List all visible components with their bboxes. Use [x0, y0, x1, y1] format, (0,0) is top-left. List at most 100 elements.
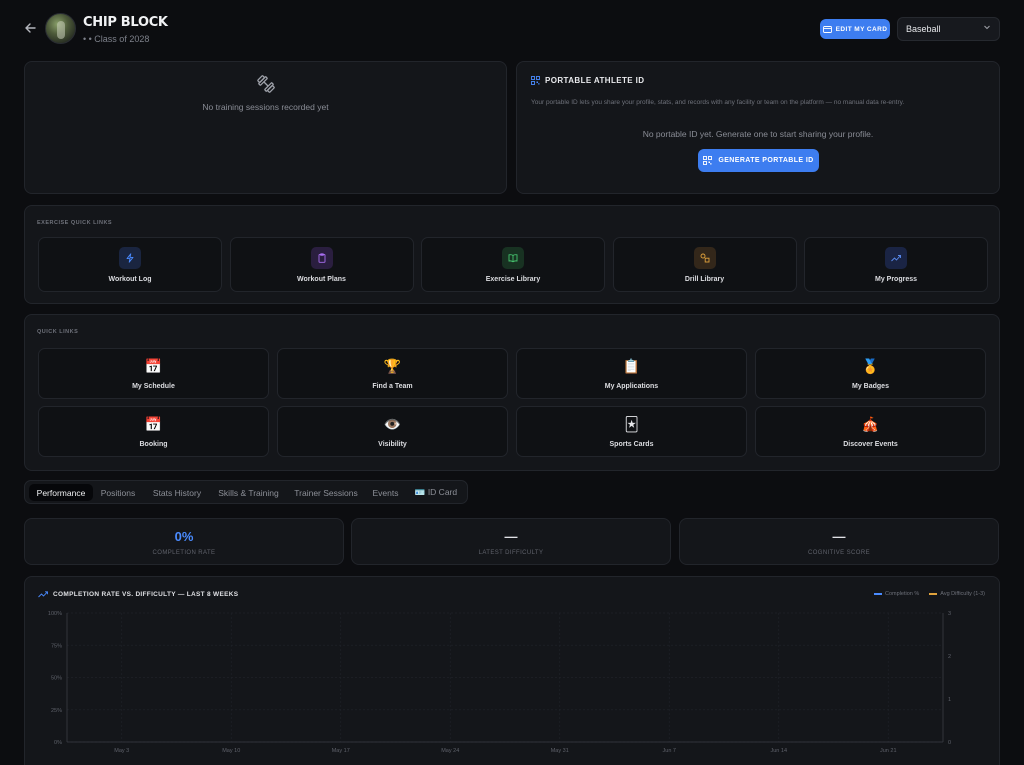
- y-left-tick-label: 100%: [48, 611, 62, 617]
- y-left-tick-label: 75%: [51, 643, 62, 649]
- generate-portable-id-button[interactable]: GENERATE PORTABLE ID: [698, 149, 819, 172]
- exercise-link-label: Exercise Library: [485, 276, 541, 283]
- y-right-tick-label: 2: [948, 654, 951, 660]
- clipboard-icon: 📋: [622, 358, 641, 374]
- calendar-icon: 📅: [144, 358, 163, 374]
- quick-link-visibility[interactable]: 👁️ Visibility: [277, 406, 508, 457]
- stat-label: COGNITIVE SCORE: [807, 550, 870, 556]
- clipboard-icon: [310, 247, 333, 269]
- portable-id-title-text: PORTABLE ATHLETE ID: [545, 76, 645, 85]
- stat-value: 0%: [174, 529, 194, 544]
- x-tick-label: Jun 14: [770, 748, 787, 754]
- exercise-link-exercise-library[interactable]: Exercise Library: [421, 237, 605, 292]
- x-tick-label: May 3: [114, 748, 129, 754]
- qr-icon: [531, 76, 540, 85]
- exercise-link-label: Drill Library: [684, 276, 725, 283]
- training-sessions-panel: No training sessions recorded yet: [24, 61, 507, 194]
- exercise-link-drill-library[interactable]: Drill Library: [612, 237, 797, 292]
- tab-positions[interactable]: Positions: [95, 484, 141, 501]
- profile-tabs: Performance Positions Stats History Skills …: [24, 480, 468, 504]
- quick-link-find-a-team[interactable]: 🏆 Find a Team: [277, 348, 508, 399]
- quick-link-label: My Badges: [852, 383, 889, 390]
- x-tick-label: May 24: [441, 748, 459, 754]
- quick-link-my-schedule[interactable]: 📅 My Schedule: [38, 348, 269, 399]
- generate-portable-id-label: GENERATE PORTABLE ID: [718, 157, 814, 164]
- trophy-icon: 🏆: [383, 358, 402, 374]
- quick-link-booking[interactable]: 📅 Booking: [38, 406, 269, 457]
- back-arrow-icon[interactable]: [24, 21, 38, 37]
- portable-id-empty-text: No portable ID yet. Generate one to star…: [642, 129, 874, 139]
- y-right-tick-label: 1: [948, 697, 951, 703]
- quick-link-label: Booking: [139, 441, 168, 448]
- quick-link-my-applications[interactable]: 📋 My Applications: [516, 348, 747, 399]
- athlete-class: • • Class of 2028: [83, 34, 150, 44]
- medal-icon: 🏅: [861, 358, 880, 374]
- stat-card-cognitive-score: — COGNITIVE SCORE: [679, 518, 999, 565]
- tab-id-card[interactable]: 🪪 ID Card: [410, 484, 462, 501]
- edit-my-card-button[interactable]: EDIT MY CARD: [820, 19, 890, 39]
- edit-my-card-label: EDIT MY CARD: [835, 25, 888, 33]
- tent-icon: 🎪: [861, 416, 880, 432]
- completion-difficulty-chart: COMPLETION RATE VS. DIFFICULTY — LAST 8 …: [24, 576, 1000, 765]
- y-right-tick-label: 0: [948, 740, 951, 746]
- profile-header: CHIP BLOCK • • Class of 2028 EDIT MY CAR…: [24, 12, 1000, 48]
- stat-value: —: [832, 529, 846, 544]
- tab-performance[interactable]: Performance: [29, 484, 93, 501]
- y-left-tick-label: 25%: [51, 708, 62, 714]
- sport-select[interactable]: Baseball: [897, 17, 1000, 41]
- quick-link-my-badges[interactable]: 🏅 My Badges: [755, 348, 986, 399]
- calendar-icon: 📅: [144, 416, 163, 432]
- exercise-link-workout-log[interactable]: Workout Log: [38, 237, 222, 292]
- quick-link-label: Find a Team: [372, 383, 413, 390]
- quick-link-discover-events[interactable]: 🎪 Discover Events: [755, 406, 986, 457]
- trend-icon: [885, 247, 907, 269]
- y-left-tick-label: 50%: [51, 676, 62, 682]
- y-right-tick-label: 3: [948, 611, 951, 617]
- quick-link-label: Visibility: [378, 441, 407, 448]
- quick-link-label: My Applications: [604, 383, 659, 390]
- exercise-link-my-progress[interactable]: My Progress: [804, 237, 988, 292]
- y-left-tick-label: 0%: [54, 740, 62, 746]
- portable-id-panel: PORTABLE ATHLETE ID Your portable ID let…: [516, 61, 1000, 194]
- x-tick-label: May 31: [551, 748, 569, 754]
- stat-label: LATEST DIFFICULTY: [478, 550, 544, 556]
- eye-icon: 👁️: [383, 416, 402, 432]
- stat-card-latest-difficulty: — LATEST DIFFICULTY: [351, 518, 671, 565]
- quick-link-sports-cards[interactable]: 🃏 Sports Cards: [516, 406, 747, 457]
- card-icon: [822, 25, 832, 33]
- exercise-link-workout-plans[interactable]: Workout Plans: [229, 237, 414, 292]
- quick-links-label: QUICK LINKS: [37, 329, 79, 335]
- dumbbell-icon: [256, 74, 276, 94]
- stat-label: COMPLETION RATE: [152, 550, 216, 556]
- x-tick-label: Jun 7: [663, 748, 676, 754]
- exercise-link-label: Workout Plans: [297, 276, 346, 283]
- quick-link-label: Discover Events: [843, 441, 898, 448]
- training-empty-text: No training sessions recorded yet: [202, 102, 329, 112]
- tab-stats-history[interactable]: Stats History: [147, 484, 207, 501]
- exercise-link-label: Workout Log: [108, 276, 152, 283]
- qr-icon: [703, 156, 713, 165]
- exercise-quick-links-panel: EXERCISE QUICK LINKS Workout Log Workout …: [24, 205, 1000, 304]
- portable-id-description: Your portable ID lets you share your pro…: [531, 99, 905, 106]
- quick-link-label: Sports Cards: [609, 441, 654, 448]
- sport-select-value: Baseball: [906, 24, 941, 34]
- lightning-icon: [119, 247, 141, 269]
- chevron-down-icon: [983, 23, 991, 33]
- athlete-name: CHIP BLOCK: [83, 15, 168, 30]
- exercise-link-label: My Progress: [874, 276, 918, 283]
- stat-card-completion-rate: 0% COMPLETION RATE: [24, 518, 344, 565]
- chart-plot: 0% 25% 50% 75% 100% 0 1 2 3 May 3 May 10 May 17 May …: [48, 611, 951, 754]
- quick-link-label: My Schedule: [132, 383, 175, 390]
- tab-events[interactable]: Events: [368, 484, 403, 501]
- portable-id-title: PORTABLE ATHLETE ID: [531, 76, 644, 85]
- tab-skills-training[interactable]: Skills & Training: [213, 484, 284, 501]
- x-tick-label: May 10: [222, 748, 240, 754]
- card-icon: 🃏: [624, 416, 639, 432]
- exercise-quick-links-label: EXERCISE QUICK LINKS: [37, 220, 113, 226]
- quick-links-panel: QUICK LINKS 📅 My Schedule 🏆 Find a Team 📋 My …: [24, 314, 1000, 471]
- x-tick-label: Jun 21: [880, 748, 897, 754]
- x-tick-label: May 17: [332, 748, 350, 754]
- avatar[interactable]: [45, 13, 76, 44]
- tab-trainer-sessions[interactable]: Trainer Sessions: [289, 484, 363, 501]
- book-icon: [502, 247, 524, 269]
